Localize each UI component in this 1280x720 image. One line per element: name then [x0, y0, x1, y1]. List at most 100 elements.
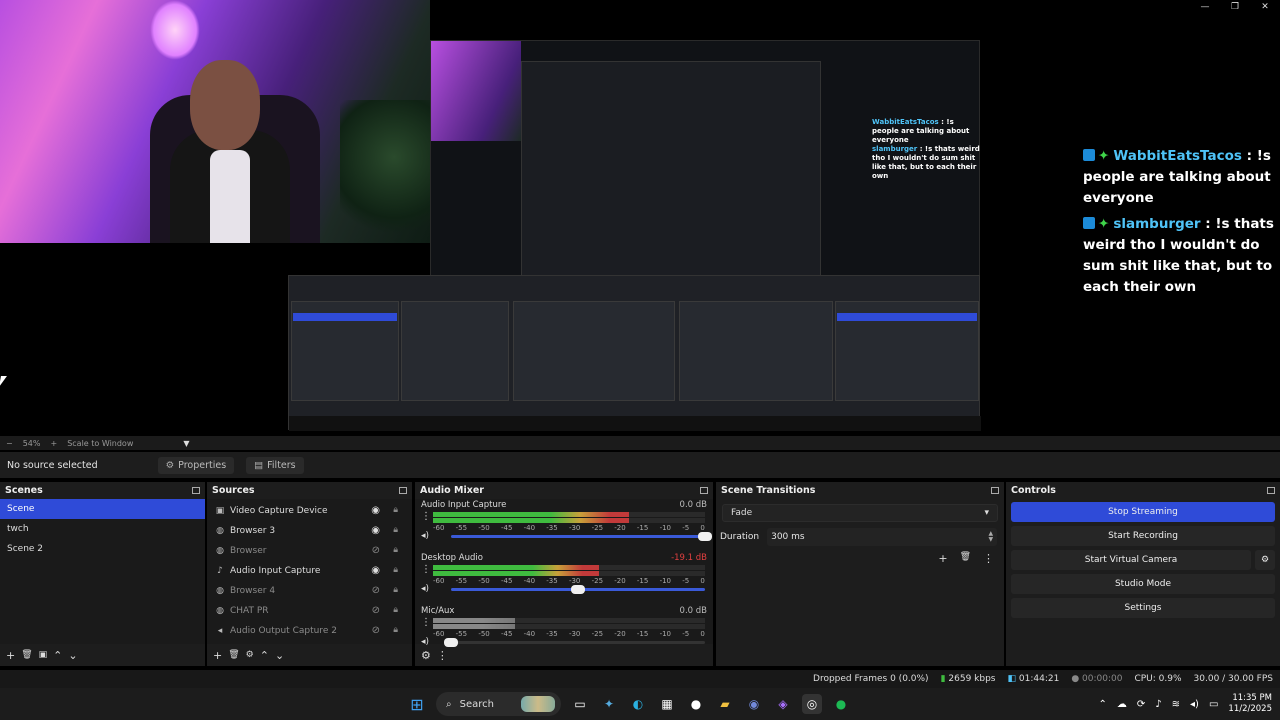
- channel-menu-icon[interactable]: ⋮: [421, 617, 431, 628]
- obs-icon[interactable]: ◎: [802, 694, 822, 714]
- volume-slider[interactable]: [451, 585, 705, 594]
- volume-icon[interactable]: ◂): [1190, 699, 1199, 710]
- source-item[interactable]: ◍ Browser ⊘ 🔒︎: [207, 541, 412, 561]
- twitch-app-icon[interactable]: ◈: [773, 694, 793, 714]
- eye-icon[interactable]: ◉: [371, 565, 380, 576]
- eye-hidden-icon[interactable]: ⊘: [372, 625, 380, 636]
- wifi-icon[interactable]: ≋: [1172, 699, 1180, 710]
- streamer-face: [190, 60, 260, 150]
- discord-icon[interactable]: ◉: [744, 694, 764, 714]
- copilot-icon[interactable]: ✦: [599, 694, 619, 714]
- eye-hidden-icon[interactable]: ⊘: [372, 545, 380, 556]
- add-transition-button[interactable]: +: [938, 552, 947, 565]
- zoom-in-button[interactable]: +: [50, 439, 57, 448]
- speaker-icon[interactable]: ◂): [421, 584, 429, 594]
- maximize-icon[interactable]: ❐: [1220, 0, 1250, 14]
- spotify-icon[interactable]: ●: [831, 694, 851, 714]
- taskbar-search[interactable]: ⌕ Search: [436, 692, 561, 716]
- virtual-camera-settings-gear-icon[interactable]: ⚙: [1255, 550, 1275, 570]
- settings-button[interactable]: Settings: [1011, 598, 1275, 618]
- battery-icon[interactable]: ▭: [1209, 699, 1218, 710]
- search-highlight-icon: [521, 696, 555, 712]
- advanced-audio-gear-icon[interactable]: ⚙: [421, 649, 431, 662]
- move-up-button[interactable]: ⌃: [260, 649, 269, 662]
- cloud-icon[interactable]: ☁: [1117, 699, 1127, 710]
- undock-icon[interactable]: [700, 486, 708, 494]
- source-properties-button[interactable]: ⚙: [246, 650, 254, 660]
- window-controls: — ❐ ✕: [1190, 0, 1280, 14]
- source-item[interactable]: ◍ Browser 4 ⊘ 🔒︎: [207, 581, 412, 601]
- file-explorer-icon[interactable]: ▰: [715, 694, 735, 714]
- move-down-button[interactable]: ⌄: [275, 649, 284, 662]
- add-scene-button[interactable]: +: [6, 649, 15, 662]
- edge-icon[interactable]: ◐: [628, 694, 648, 714]
- lock-icon[interactable]: 🔒︎: [393, 525, 398, 535]
- volume-slider-knob[interactable]: [571, 585, 585, 594]
- meter-tick-label: -10: [659, 524, 671, 532]
- studio-mode-button[interactable]: Studio Mode: [1011, 574, 1275, 594]
- sync-icon[interactable]: ⟳: [1137, 699, 1145, 710]
- minimize-icon[interactable]: —: [1190, 0, 1220, 14]
- scale-mode-chevron-icon[interactable]: ▼: [183, 439, 189, 448]
- source-item[interactable]: ◍ CHAT PR ⊘ 🔒︎: [207, 601, 412, 621]
- transition-menu-icon[interactable]: ⋮: [983, 552, 994, 565]
- scale-mode-select[interactable]: Scale to Window: [67, 439, 133, 448]
- start-recording-button[interactable]: Start Recording: [1011, 526, 1275, 546]
- zoom-out-button[interactable]: −: [6, 439, 13, 448]
- undock-icon[interactable]: [399, 486, 407, 494]
- source-item[interactable]: ◍ Browser 3 ◉ 🔒︎: [207, 521, 412, 541]
- undock-icon[interactable]: [1267, 486, 1275, 494]
- remove-transition-button[interactable]: 🗑: [960, 552, 971, 565]
- volume-slider[interactable]: [451, 532, 712, 541]
- scene-item[interactable]: Scene 2: [0, 539, 205, 559]
- close-icon[interactable]: ✕: [1250, 0, 1280, 14]
- scene-filters-button[interactable]: ▣: [39, 650, 48, 660]
- task-view-icon[interactable]: ▭: [570, 694, 590, 714]
- lock-icon[interactable]: 🔒︎: [393, 505, 398, 515]
- eye-icon[interactable]: ◉: [371, 505, 380, 516]
- mic-icon[interactable]: ♪: [1155, 699, 1161, 710]
- undock-icon[interactable]: [991, 486, 999, 494]
- start-virtual-camera-button[interactable]: Start Virtual Camera: [1011, 550, 1251, 570]
- bulb-icon[interactable]: ●: [686, 694, 706, 714]
- scene-item[interactable]: twch: [0, 519, 205, 539]
- lock-icon[interactable]: 🔒︎: [393, 585, 398, 595]
- eye-icon[interactable]: ◉: [371, 525, 380, 536]
- mixer-menu-icon[interactable]: ⋮: [437, 649, 448, 662]
- volume-slider-knob[interactable]: [698, 532, 712, 541]
- lock-icon[interactable]: 🔒︎: [393, 605, 398, 615]
- transition-select[interactable]: Fade ▾: [722, 504, 998, 522]
- duration-spinbox[interactable]: 300 ms ▲ ▼: [767, 528, 998, 546]
- filters-button[interactable]: ▤ Filters: [246, 456, 304, 474]
- stop-streaming-button[interactable]: Stop Streaming: [1011, 502, 1275, 522]
- windows-taskbar: ⊞ ⌕ Search ▭ ✦ ◐ ▦ ● ▰ ◉ ◈ ◎ ● ⌃ ☁ ⟳ ♪ ≋ …: [0, 688, 1280, 720]
- remove-source-button[interactable]: 🗑: [228, 650, 239, 660]
- source-item[interactable]: ▣ Video Capture Device ◉ 🔒︎: [207, 501, 412, 521]
- camera-icon: ▣: [215, 506, 225, 516]
- eye-hidden-icon[interactable]: ⊘: [372, 585, 380, 596]
- remove-scene-button[interactable]: 🗑: [21, 650, 32, 660]
- lock-icon[interactable]: 🔒︎: [393, 545, 398, 555]
- properties-button[interactable]: ⚙ Properties: [157, 456, 235, 474]
- channel-menu-icon[interactable]: ⋮: [421, 564, 431, 575]
- source-item[interactable]: ◂ Audio Output Capture 2 ⊘ 🔒︎: [207, 621, 412, 641]
- move-down-button[interactable]: ⌄: [68, 649, 77, 662]
- channel-menu-icon[interactable]: ⋮: [421, 511, 431, 522]
- speaker-icon[interactable]: ◂): [421, 531, 429, 541]
- scene-item[interactable]: Scene: [0, 499, 205, 519]
- move-up-button[interactable]: ⌃: [53, 649, 62, 662]
- source-item[interactable]: ♪ Audio Input Capture ◉ 🔒︎: [207, 561, 412, 581]
- obs-preview[interactable]: WabbitEatsTacos : !s people are talking …: [0, 0, 1280, 436]
- eye-hidden-icon[interactable]: ⊘: [372, 605, 380, 616]
- undock-icon[interactable]: [192, 486, 200, 494]
- lock-icon[interactable]: 🔒︎: [393, 565, 398, 575]
- nested-webcam: [431, 41, 521, 141]
- store-icon[interactable]: ▦: [657, 694, 677, 714]
- chevron-up-icon[interactable]: ⌃: [1098, 699, 1106, 710]
- duration-value: 300 ms: [771, 532, 805, 542]
- add-source-button[interactable]: +: [213, 649, 222, 662]
- clock[interactable]: 11:35 PM 11/2/2025: [1228, 693, 1272, 715]
- lock-icon[interactable]: 🔒︎: [393, 625, 398, 635]
- spin-arrows-icon[interactable]: ▲ ▼: [988, 531, 993, 543]
- windows-start-icon[interactable]: ⊞: [407, 694, 427, 714]
